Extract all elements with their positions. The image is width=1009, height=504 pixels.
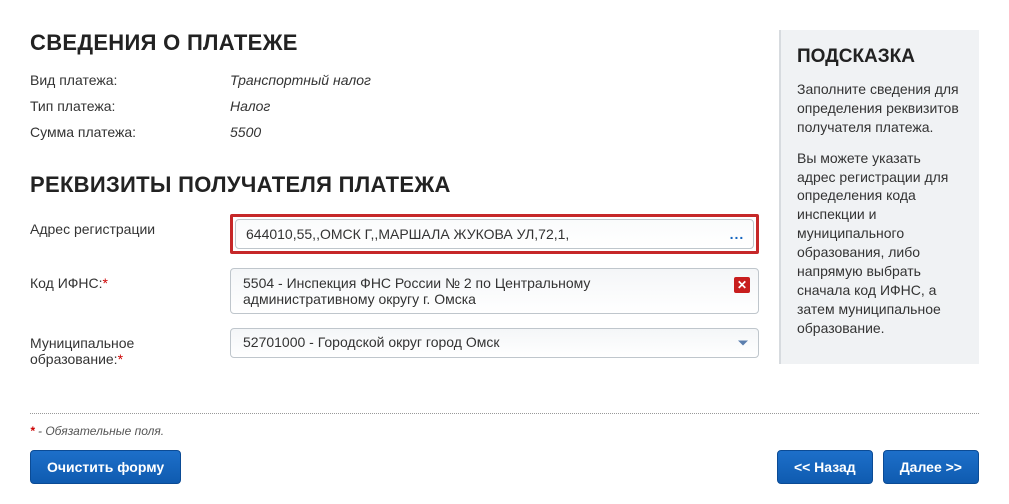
button-bar: Очистить форму << Назад Далее >> bbox=[30, 450, 979, 484]
municipality-select[interactable]: 52701000 - Городской округ город Омск bbox=[230, 328, 759, 358]
row-address: Адрес регистрации ... bbox=[30, 214, 759, 254]
hint-paragraph-2: Вы можете указать адрес регистрации для … bbox=[797, 149, 963, 338]
row-payment-kind: Вид платежа: Транспортный налог bbox=[30, 72, 759, 88]
ifns-clear-button[interactable]: ✕ bbox=[734, 277, 750, 293]
address-picker-button[interactable]: ... bbox=[726, 223, 748, 245]
section-payment-title: СВЕДЕНИЯ О ПЛАТЕЖЕ bbox=[30, 30, 759, 56]
label-payment-kind: Вид платежа: bbox=[30, 72, 230, 88]
row-payment-type: Тип платежа: Налог bbox=[30, 98, 759, 114]
required-mark-icon: * bbox=[103, 275, 108, 291]
label-address: Адрес регистрации bbox=[30, 214, 230, 237]
row-ifns: Код ИФНС:* 5504 - Инспекция ФНС России №… bbox=[30, 268, 759, 314]
label-payment-amount: Сумма платежа: bbox=[30, 124, 230, 140]
value-payment-type: Налог bbox=[230, 98, 759, 114]
required-fields-note: * - Обязательные поля. bbox=[30, 424, 979, 438]
chevron-down-icon[interactable] bbox=[738, 341, 748, 346]
label-ifns: Код ИФНС:* bbox=[30, 268, 230, 291]
hint-title: ПОДСКАЗКА bbox=[797, 46, 963, 68]
ifns-value: 5504 - Инспекция ФНС России № 2 по Центр… bbox=[243, 275, 590, 307]
row-payment-amount: Сумма платежа: 5500 bbox=[30, 124, 759, 140]
ellipsis-icon: ... bbox=[730, 226, 745, 242]
hint-paragraph-1: Заполните сведения для определения рекви… bbox=[797, 80, 963, 137]
required-note-text: - Обязательные поля. bbox=[35, 424, 164, 438]
row-municipality: Муниципальное образование:* 52701000 - Г… bbox=[30, 328, 759, 367]
value-payment-kind: Транспортный налог bbox=[230, 72, 759, 88]
value-payment-amount: 5500 bbox=[230, 124, 759, 140]
address-highlight: ... bbox=[230, 214, 759, 254]
back-button[interactable]: << Назад bbox=[777, 450, 873, 484]
next-button[interactable]: Далее >> bbox=[883, 450, 979, 484]
municipality-value: 52701000 - Городской округ город Омск bbox=[243, 334, 499, 350]
hint-panel: ПОДСКАЗКА Заполните сведения для определ… bbox=[779, 30, 979, 364]
label-payment-type: Тип платежа: bbox=[30, 98, 230, 114]
ifns-select[interactable]: 5504 - Инспекция ФНС России № 2 по Центр… bbox=[230, 268, 759, 314]
label-municipality: Муниципальное образование:* bbox=[30, 328, 230, 367]
label-ifns-text: Код ИФНС: bbox=[30, 275, 103, 291]
address-input[interactable] bbox=[235, 219, 754, 249]
required-mark-icon: * bbox=[118, 351, 123, 367]
close-icon: ✕ bbox=[737, 279, 747, 291]
divider bbox=[30, 413, 979, 414]
section-recipient-title: РЕКВИЗИТЫ ПОЛУЧАТЕЛЯ ПЛАТЕЖА bbox=[30, 172, 759, 198]
clear-form-button[interactable]: Очистить форму bbox=[30, 450, 181, 484]
